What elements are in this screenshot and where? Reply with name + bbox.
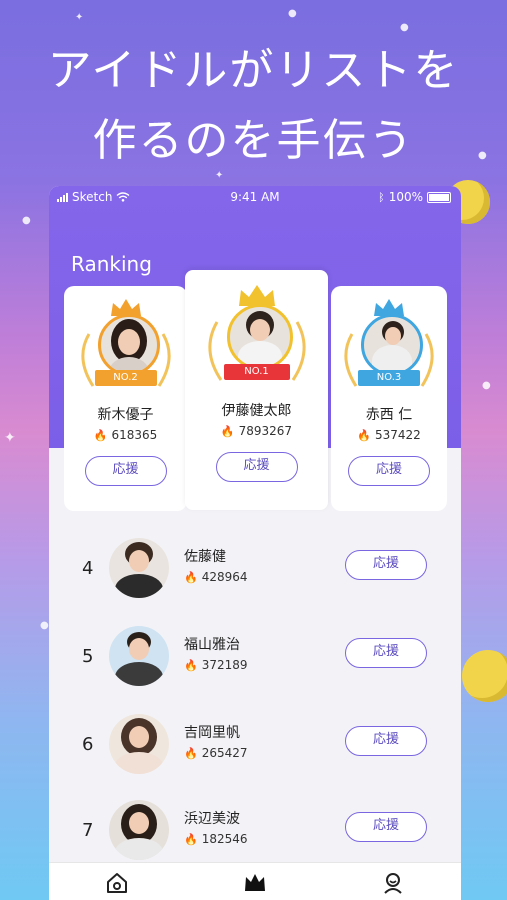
list-item: 7 浜辺美波 🔥 182546 応援 xyxy=(49,792,461,872)
flame-icon: 🔥 xyxy=(184,833,198,846)
tab-bar xyxy=(49,862,461,900)
crown-icon[interactable] xyxy=(243,871,267,895)
flame-icon: 🔥 xyxy=(184,659,198,672)
bluetooth-icon: ᛒ xyxy=(378,190,385,204)
sparkle-icon: ● xyxy=(482,380,491,391)
battery-percentage: 100% xyxy=(388,190,423,204)
rank-number: 4 xyxy=(82,558,94,579)
idol-name: 赤西 仁 xyxy=(365,407,413,423)
cheer-button[interactable]: 応援 xyxy=(84,456,167,486)
idol-name: 新木優子 xyxy=(97,407,154,423)
podium-card-1: NO.1 伊藤健太郎 🔥 7893267 応援 xyxy=(185,270,328,510)
vote-count: 🔥 618365 xyxy=(64,428,187,442)
rank-number: 7 xyxy=(82,820,94,841)
list-item: 5 福山雅治 🔥 372189 応援 xyxy=(49,618,461,698)
podium-card-2: NO.2 新木優子 🔥 618365 応援 xyxy=(64,286,187,511)
list-item: 6 吉岡里帆 🔥 265427 応援 xyxy=(49,706,461,786)
idol-name: 福山雅治 xyxy=(184,637,240,653)
vote-count: 🔥 265427 xyxy=(184,746,248,760)
vote-count-value: 428964 xyxy=(201,570,248,584)
sparkle-icon: ● xyxy=(22,215,31,226)
avatar[interactable] xyxy=(361,314,423,376)
avatar[interactable] xyxy=(109,800,169,860)
flame-icon: 🔥 xyxy=(93,429,108,442)
vote-count-value: 618365 xyxy=(111,428,158,442)
vote-count-value: 372189 xyxy=(201,658,248,672)
avatar[interactable] xyxy=(226,304,293,370)
sparkle-icon: ✦ xyxy=(75,12,84,23)
list-item: 4 佐藤健 🔥 428964 応援 xyxy=(49,530,461,610)
sparkle-icon: ● xyxy=(400,22,409,33)
idol-name: 伊藤健太郎 xyxy=(221,403,292,419)
home-icon[interactable] xyxy=(105,871,129,895)
flame-icon: 🔥 xyxy=(357,429,371,442)
idol-name: 吉岡里帆 xyxy=(184,725,240,741)
cheer-button[interactable]: 応援 xyxy=(348,456,430,486)
cheer-button[interactable]: 応援 xyxy=(345,638,427,668)
vote-count-value: 537422 xyxy=(374,428,421,442)
avatar[interactable] xyxy=(109,538,169,598)
podium-entry-1: NO.1 伊藤健太郎 🔥 7893267 応援 xyxy=(185,270,328,482)
vote-count: 🔥 372189 xyxy=(184,658,248,672)
podium-card-3: NO.3 赤西 仁 🔥 537422 応援 xyxy=(331,286,447,511)
rank-badge: NO.3 xyxy=(358,370,420,386)
cheer-button[interactable]: 応援 xyxy=(345,726,427,756)
avatar[interactable] xyxy=(109,714,169,774)
idol-name: 浜辺美波 xyxy=(184,811,240,827)
vote-count: 🔥 428964 xyxy=(184,570,248,584)
rank-number: 5 xyxy=(82,646,94,667)
vote-count-value: 182546 xyxy=(201,832,248,846)
headline-line-1: アイドルがリストを xyxy=(47,45,460,96)
profile-icon[interactable] xyxy=(381,871,405,895)
vote-count: 🔥 182546 xyxy=(184,832,248,846)
vote-count: 🔥 7893267 xyxy=(185,424,328,438)
vote-count-value: 265427 xyxy=(201,746,248,760)
moon-decoration xyxy=(462,650,507,702)
avatar[interactable] xyxy=(109,626,169,686)
cheer-button[interactable]: 応援 xyxy=(345,550,427,580)
rank-badge: NO.1 xyxy=(223,364,290,380)
flame-icon: 🔥 xyxy=(184,571,198,584)
status-bar: Sketch 9:41 AM ᛒ 100% xyxy=(49,186,461,208)
idol-name: 佐藤健 xyxy=(184,549,226,565)
rank-number: 6 xyxy=(82,734,94,755)
battery-icon xyxy=(427,191,451,203)
sparkle-icon: ✦ xyxy=(215,170,224,181)
cheer-button[interactable]: 応援 xyxy=(345,812,427,842)
vote-count-value: 7893267 xyxy=(238,424,293,438)
vote-count: 🔥 537422 xyxy=(331,428,447,442)
sparkle-icon: ✦ xyxy=(4,430,16,446)
headline-line-2: 作るのを手伝う xyxy=(92,115,415,166)
podium-entry-3: NO.3 赤西 仁 🔥 537422 応援 xyxy=(331,286,447,486)
flame-icon: 🔥 xyxy=(184,747,198,760)
cheer-button[interactable]: 応援 xyxy=(215,452,298,482)
phone-screen: Sketch 9:41 AM ᛒ 100% Ranking NO.2 新木優子 xyxy=(49,186,461,900)
sparkle-icon: ● xyxy=(288,8,297,19)
page-title: Ranking xyxy=(71,252,152,276)
flame-icon: 🔥 xyxy=(220,425,235,438)
sparkle-icon: ● xyxy=(40,620,49,631)
avatar[interactable] xyxy=(97,314,160,376)
rank-badge: NO.2 xyxy=(94,370,157,386)
podium-entry-2: NO.2 新木優子 🔥 618365 応援 xyxy=(64,286,187,486)
